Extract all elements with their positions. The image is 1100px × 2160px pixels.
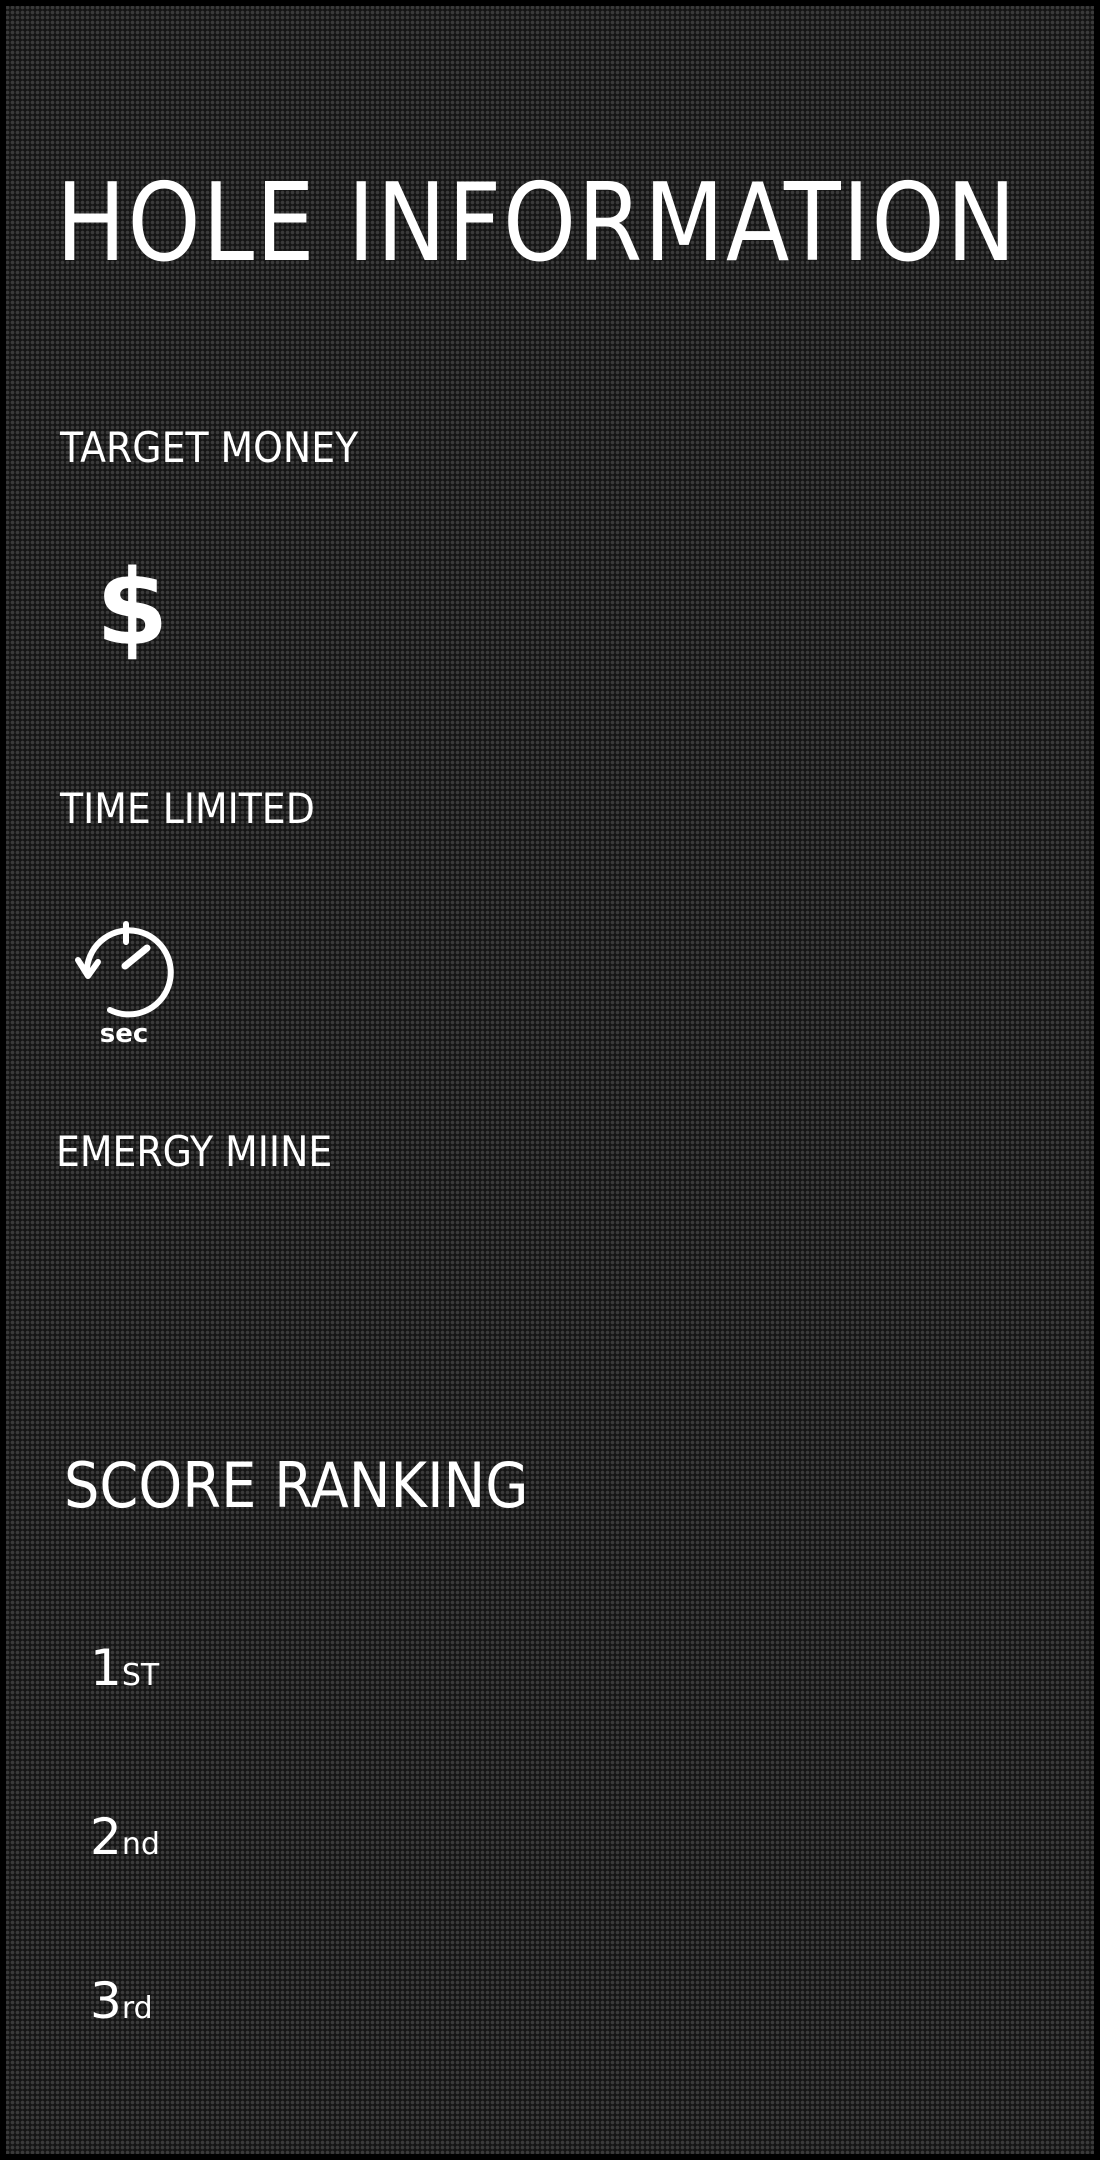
emergy-mine-label: EMERGY MIINE <box>56 1127 333 1176</box>
panel-title: HOLE INFORMATION <box>56 161 1018 286</box>
rank-first: 1ST <box>90 1643 159 1693</box>
timer-unit-label: sec <box>100 1019 149 1048</box>
timer-icon: sec <box>75 921 174 1048</box>
rank-number: 1 <box>90 1639 122 1697</box>
rank-number: 3 <box>90 1972 122 2030</box>
rank-suffix: nd <box>121 1827 160 1862</box>
rank-number: 2 <box>90 1808 122 1866</box>
rank-third: 3rd <box>90 1976 153 2026</box>
rank-second: 2nd <box>90 1812 160 1862</box>
target-money-label: TARGET MONEY <box>60 423 359 472</box>
dollar-icon: $ <box>96 547 169 669</box>
rank-suffix: rd <box>121 1991 153 2026</box>
rank-suffix: ST <box>121 1658 160 1693</box>
hole-information-panel: HOLE INFORMATION TARGET MONEY $ TIME LIM… <box>0 0 1100 2160</box>
time-limited-label: TIME LIMITED <box>60 784 315 833</box>
score-ranking-title: SCORE RANKING <box>64 1449 529 1522</box>
